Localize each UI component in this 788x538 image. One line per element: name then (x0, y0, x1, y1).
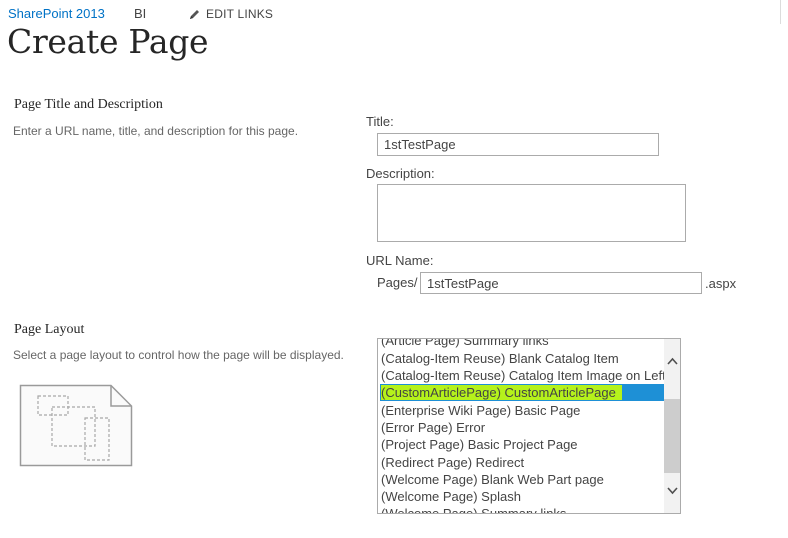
layout-section-description: Select a page layout to control how the … (13, 348, 344, 362)
pencil-icon (190, 9, 199, 19)
title-label: Title: (366, 114, 394, 129)
edit-links-button[interactable]: EDIT LINKS (188, 7, 273, 21)
page-title: Create Page (7, 22, 209, 61)
description-textarea[interactable] (377, 184, 686, 242)
layout-option[interactable]: (Catalog-Item Reuse) Blank Catalog Item (380, 350, 665, 367)
top-divider (780, 0, 781, 24)
layout-option[interactable]: (Welcome Page) Splash (380, 488, 665, 505)
scroll-down-icon[interactable] (664, 483, 680, 499)
page-layout-listbox[interactable]: (Article Page) Summary links (Catalog-It… (377, 338, 681, 514)
layout-option[interactable]: (Error Page) Error (380, 419, 665, 436)
title-section-description: Enter a URL name, title, and description… (13, 124, 299, 138)
edit-links-label: EDIT LINKS (206, 7, 274, 21)
url-prefix: Pages/ (377, 275, 418, 290)
title-input[interactable] (377, 133, 659, 156)
scroll-up-icon[interactable] (664, 353, 680, 369)
bi-nav-link[interactable]: BI (134, 6, 146, 21)
listbox-scrollbar-thumb[interactable] (664, 399, 680, 473)
url-suffix: .aspx (705, 276, 737, 291)
layout-option[interactable]: (Article Page) Summary links (380, 339, 665, 349)
layout-option[interactable]: (Welcome Page) Blank Web Part page (380, 471, 665, 488)
layout-option[interactable]: (Redirect Page) Redirect (380, 454, 665, 471)
layout-option[interactable]: (Welcome Page) Summary links (380, 505, 665, 513)
layout-option[interactable]: (Enterprise Wiki Page) Basic Page (380, 402, 665, 419)
layout-section-heading: Page Layout (14, 322, 85, 337)
url-name-label: URL Name: (366, 253, 434, 268)
page-layout-preview-icon (19, 384, 133, 467)
title-section-heading: Page Title and Description (14, 97, 163, 112)
description-label: Description: (366, 166, 435, 181)
url-name-input[interactable] (420, 272, 702, 294)
layout-option[interactable]: (Project Page) Basic Project Page (380, 436, 665, 453)
layout-option-selected[interactable]: (CustomArticlePage) CustomArticlePage (380, 384, 665, 401)
layout-option[interactable]: (Catalog-Item Reuse) Catalog Item Image … (380, 367, 665, 384)
site-title-link[interactable]: SharePoint 2013 (8, 6, 105, 21)
